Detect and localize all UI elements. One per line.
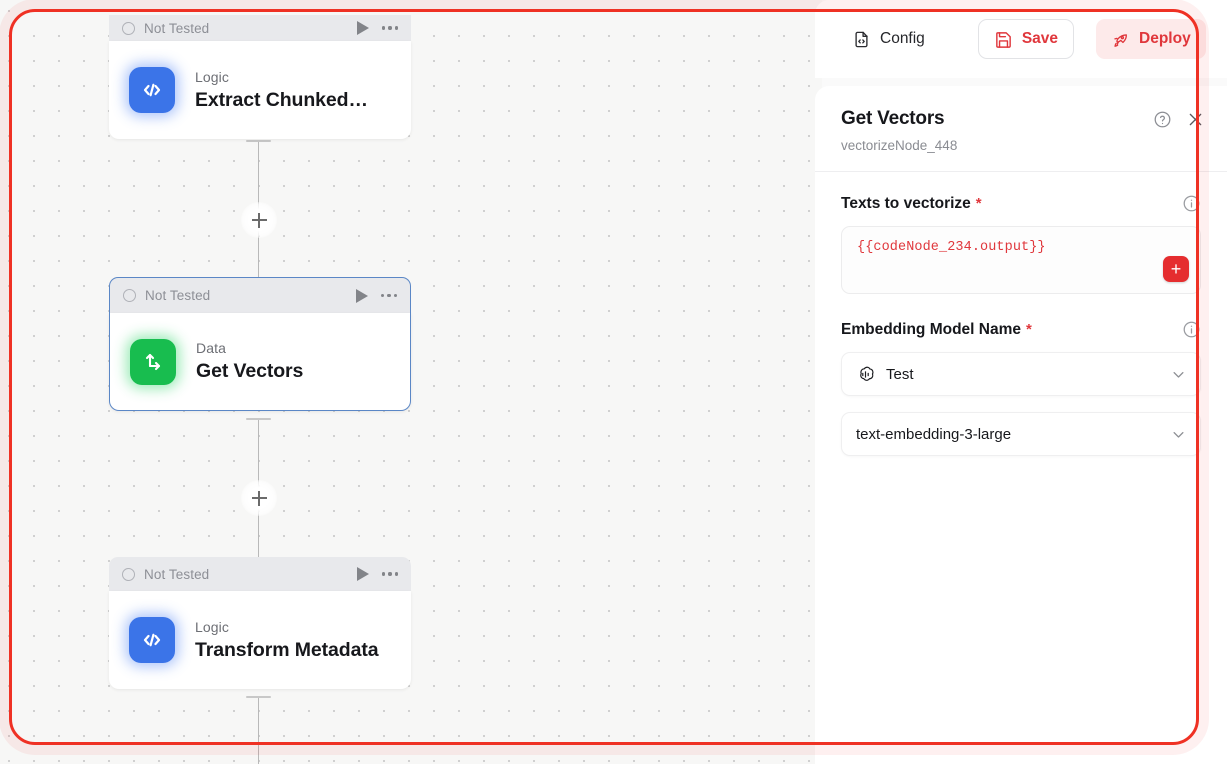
add-node-button-1[interactable] <box>241 202 277 238</box>
model-value: text-embedding-3-large <box>856 425 1012 443</box>
embedding-model-label: Embedding Model Name <box>841 320 1021 338</box>
circle-icon <box>122 567 135 581</box>
save-button[interactable]: Save <box>977 19 1075 59</box>
ellipsis-icon[interactable] <box>381 26 398 30</box>
node-header-actions[interactable] <box>356 567 398 581</box>
panel-body: Texts to vectorize * {{codeNode_234.outp… <box>815 172 1227 456</box>
app-window: Not Tested Logic Extract Chunked… Not Te… <box>0 0 1227 764</box>
edge-2-cap <box>246 418 271 420</box>
config-label: Config <box>880 30 925 47</box>
model-select[interactable]: text-embedding-3-large <box>841 412 1201 456</box>
node-body[interactable]: Data Get Vectors <box>109 313 411 411</box>
right-panel: Config Save Deploy Get Vectors vectorize… <box>815 0 1227 764</box>
node-kind-label: Logic <box>195 618 229 635</box>
code-brackets-icon <box>129 617 175 663</box>
required-marker: * <box>975 194 982 212</box>
close-icon[interactable] <box>1186 110 1205 129</box>
add-text-button[interactable]: + <box>1163 256 1189 282</box>
circle-icon <box>123 289 136 302</box>
floppy-disk-icon <box>994 30 1013 49</box>
chevron-down-icon[interactable] <box>1171 367 1186 382</box>
node-status-label: Not Tested <box>144 566 210 582</box>
config-button[interactable]: Config <box>837 19 940 59</box>
circle-icon <box>122 21 135 35</box>
code-brackets-icon <box>129 67 175 113</box>
provider-select[interactable]: Test <box>841 352 1201 396</box>
node-status-label: Not Tested <box>144 20 210 36</box>
provider-value: Test <box>886 365 914 383</box>
node-body[interactable]: Logic Transform Metadata <box>109 591 411 689</box>
node-title-label: Get Vectors <box>196 360 304 382</box>
question-circle-icon[interactable] <box>1153 110 1172 129</box>
texts-to-vectorize-value: {{codeNode_234.output}} <box>857 240 1046 255</box>
node-header: Not Tested <box>109 15 411 41</box>
node-kind-label: Logic <box>195 68 229 85</box>
field-label: Embedding Model Name * <box>841 321 1032 339</box>
workflow-node-transform-metadata[interactable]: Not Tested Logic Transform Metadata <box>109 557 411 689</box>
workflow-node-get-vectors[interactable]: Not Tested Data Get Vectors <box>109 277 411 411</box>
chevron-down-icon[interactable] <box>1171 427 1186 442</box>
texts-to-vectorize-label-row: Texts to vectorize * <box>841 194 1201 213</box>
openai-icon <box>856 365 875 384</box>
node-kind-label: Data <box>196 340 226 356</box>
save-label: Save <box>1021 30 1059 47</box>
edge-3 <box>258 696 259 764</box>
workflow-node-extract-chunked[interactable]: Not Tested Logic Extract Chunked… <box>109 15 411 139</box>
data-transform-icon <box>130 338 176 385</box>
node-text: Logic Extract Chunked… <box>195 69 368 112</box>
page-title: Get Vectors <box>841 108 945 129</box>
embedding-model-label-row: Embedding Model Name * <box>841 320 1201 339</box>
file-code-icon <box>852 30 871 49</box>
node-title-label: Extract Chunked… <box>195 88 368 111</box>
play-icon[interactable] <box>355 288 368 303</box>
add-node-button-2[interactable] <box>241 480 277 516</box>
node-header: Not Tested <box>109 277 411 313</box>
node-id-label: vectorizeNode_448 <box>841 138 958 153</box>
workflow-canvas[interactable]: Not Tested Logic Extract Chunked… Not Te… <box>0 0 822 764</box>
ellipsis-icon[interactable] <box>381 572 398 576</box>
panel-header-actions <box>1153 110 1205 129</box>
info-circle-icon[interactable] <box>1182 320 1201 339</box>
required-marker: * <box>1026 320 1032 338</box>
node-header: Not Tested <box>109 557 411 591</box>
screenshot-root: Not Tested Logic Extract Chunked… Not Te… <box>0 0 1227 764</box>
node-text: Logic Transform Metadata <box>195 619 379 662</box>
rocket-icon <box>1111 30 1130 49</box>
play-icon[interactable] <box>356 21 369 35</box>
texts-to-vectorize-input[interactable]: {{codeNode_234.output}} + <box>841 226 1201 294</box>
deploy-label: Deploy <box>1139 30 1191 47</box>
info-circle-icon[interactable] <box>1182 194 1201 213</box>
node-header-actions[interactable] <box>355 288 397 303</box>
edge-3-cap <box>246 696 271 698</box>
panel-toolbar: Config Save Deploy <box>815 0 1227 78</box>
node-title-label: Transform Metadata <box>195 638 379 661</box>
play-icon[interactable] <box>356 567 369 581</box>
field-label: Texts to vectorize * <box>841 195 982 213</box>
edge-1-cap <box>246 140 271 142</box>
node-text: Data Get Vectors <box>196 340 303 383</box>
node-status-label: Not Tested <box>145 288 211 303</box>
ellipsis-icon[interactable] <box>380 293 397 298</box>
deploy-button[interactable]: Deploy <box>1096 19 1206 59</box>
node-body[interactable]: Logic Extract Chunked… <box>109 41 411 139</box>
panel-header: Get Vectors vectorizeNode_448 <box>815 86 1227 172</box>
texts-to-vectorize-label: Texts to vectorize <box>841 194 971 212</box>
node-header-actions[interactable] <box>356 21 398 35</box>
node-settings-card: Get Vectors vectorizeNode_448 Texts to v… <box>815 86 1227 764</box>
